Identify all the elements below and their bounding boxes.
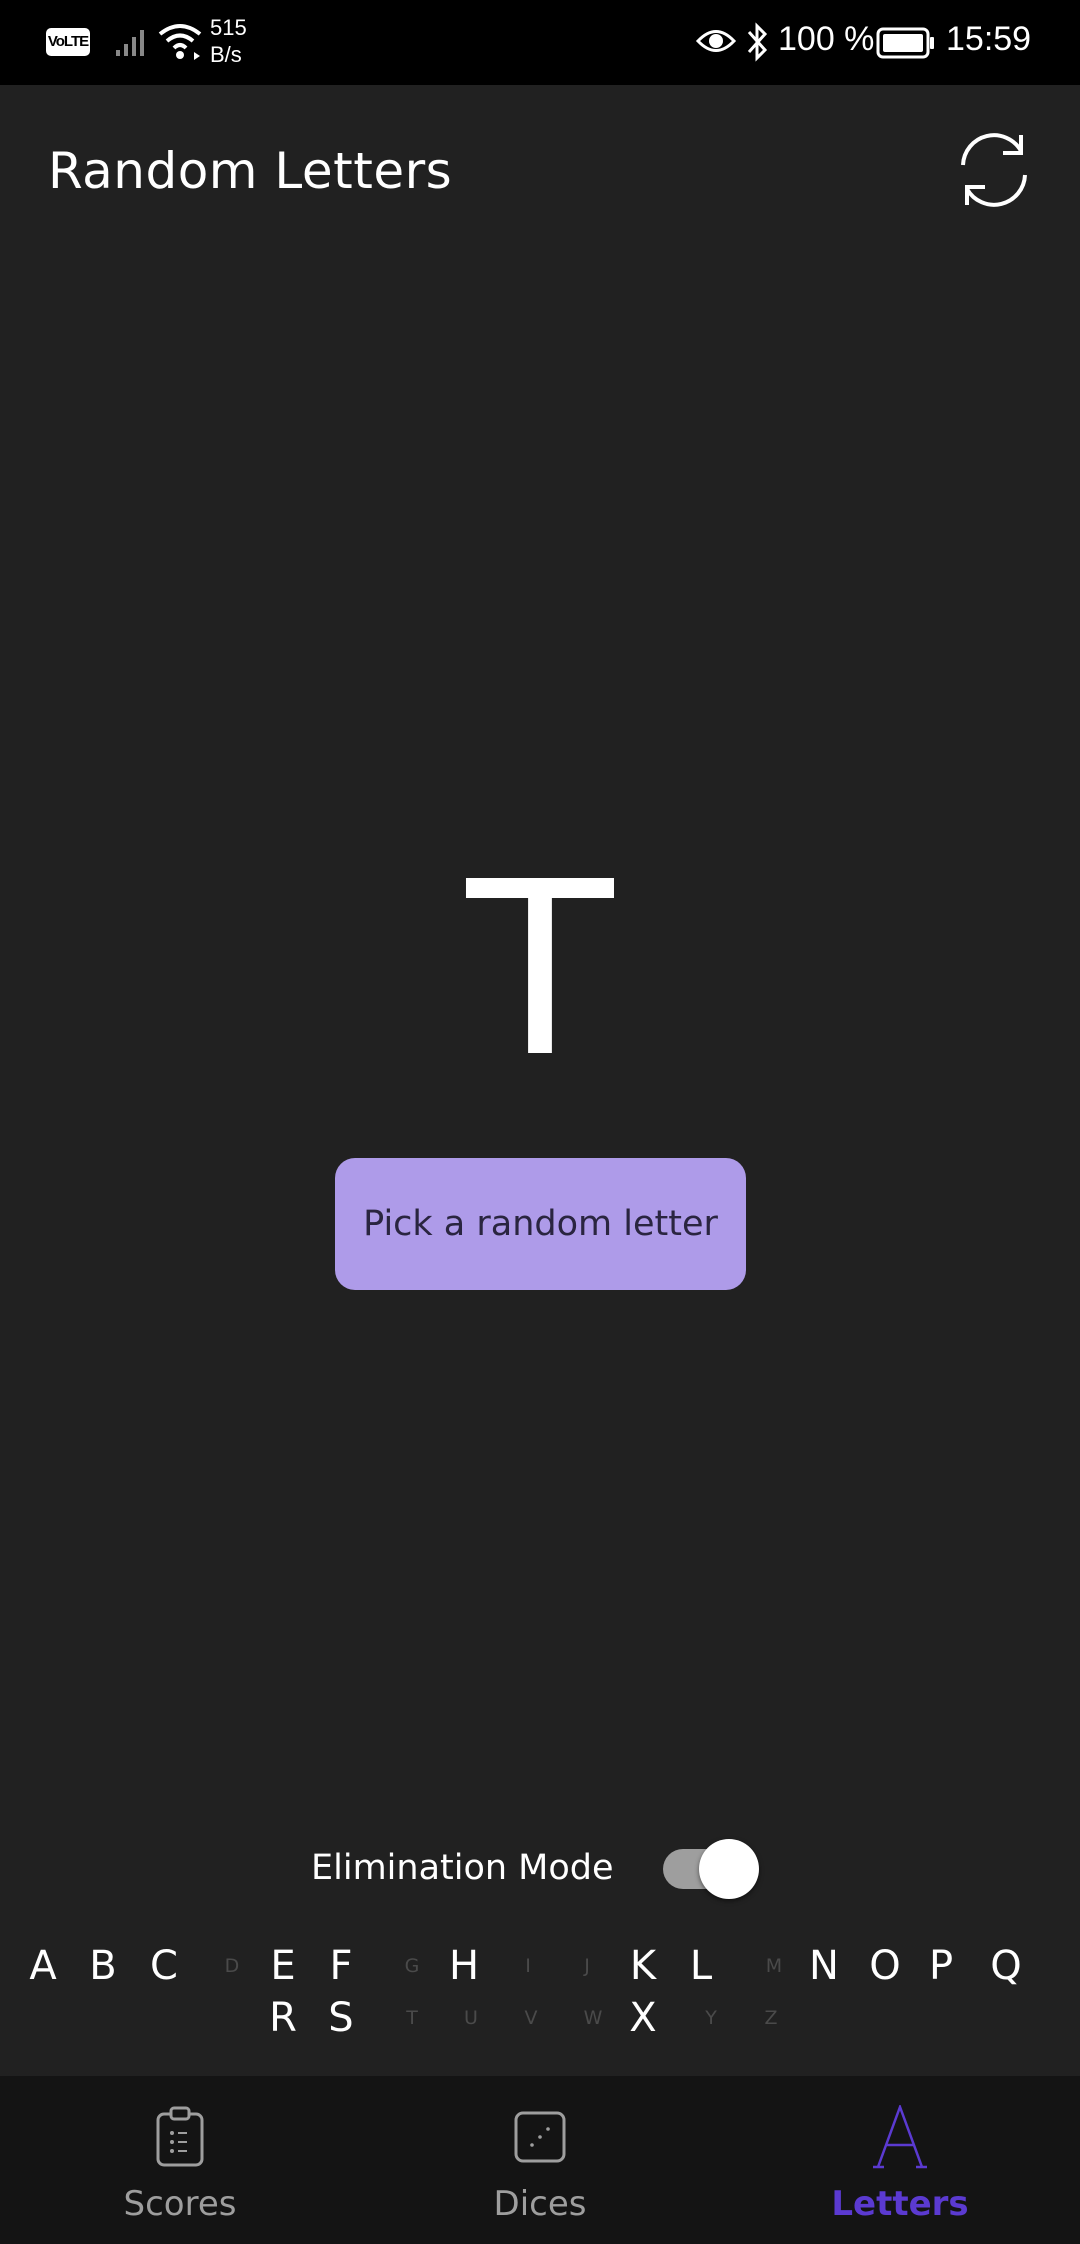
page-title: Random Letters: [48, 142, 453, 200]
elimination-mode-label: Elimination Mode: [311, 1848, 614, 1888]
letter-chip-k[interactable]: K: [630, 1943, 656, 1989]
nav-label: Scores: [123, 2184, 237, 2224]
die-icon: [514, 2111, 566, 2163]
letter-chip-h[interactable]: H: [449, 1943, 479, 1989]
letter-chip-u[interactable]: U: [464, 2007, 478, 2029]
letter-chip-s[interactable]: S: [328, 1995, 353, 2041]
letter-chip-w[interactable]: W: [584, 2007, 603, 2029]
letter-chip-l[interactable]: L: [690, 1943, 712, 1989]
letter-chip-t[interactable]: T: [406, 2007, 418, 2029]
refresh-icon: [961, 133, 1027, 207]
nav-label: Dices: [493, 2184, 587, 2224]
eye-comfort-icon: [696, 30, 736, 52]
letter-chip-e[interactable]: E: [270, 1943, 295, 1989]
letter-chip-x[interactable]: X: [629, 1995, 656, 2041]
letter-chip-q[interactable]: Q: [990, 1943, 1021, 1989]
battery-percent: 100 %: [778, 20, 875, 58]
status-bar: VoLTE 515 B/s 100 % 15:59: [0, 0, 1080, 85]
letter-chip-c[interactable]: C: [150, 1943, 178, 1989]
letter-a-icon: [873, 2105, 927, 2169]
elimination-mode-toggle[interactable]: [663, 1839, 759, 1899]
nav-icon-wrap: [360, 2104, 720, 2170]
letter-chip-j[interactable]: J: [584, 1955, 590, 1977]
clipboard-icon: [156, 2106, 204, 2167]
network-speed-unit: B/s: [210, 42, 242, 67]
volte-icon: VoLTE: [46, 28, 90, 56]
letter-chip-v[interactable]: V: [525, 2007, 538, 2029]
toggle-thumb: [699, 1839, 759, 1899]
letter-chip-d[interactable]: D: [225, 1955, 240, 1977]
letter-chip-i[interactable]: I: [525, 1955, 531, 1977]
bluetooth-icon: [747, 22, 768, 62]
network-speed: 515 B/s: [210, 14, 270, 68]
reset-button[interactable]: [946, 122, 1042, 218]
pick-random-letter-label: Pick a random letter: [363, 1204, 718, 1244]
battery-icon: [876, 27, 934, 59]
nav-label: Letters: [831, 2184, 969, 2224]
nav-icon-wrap: [720, 2104, 1080, 2170]
letter-chip-n[interactable]: N: [809, 1943, 839, 1989]
letter-chip-a[interactable]: A: [29, 1943, 56, 1989]
nav-icon-wrap: [0, 2104, 360, 2170]
signal-icon: [116, 30, 144, 56]
nav-item-dices[interactable]: Dices: [360, 2076, 720, 2244]
wifi-icon: [158, 24, 202, 60]
letter-chip-r[interactable]: R: [269, 1995, 297, 2041]
network-speed-value: 515: [210, 15, 247, 40]
letter-chip-z[interactable]: Z: [764, 2007, 777, 2029]
clock: 15:59: [946, 20, 1032, 58]
letter-chip-m[interactable]: M: [766, 1955, 782, 1977]
current-letter: T: [466, 830, 614, 1110]
bottom-navigation: Scores Dices Letters: [0, 2076, 1080, 2244]
letter-chip-y[interactable]: Y: [705, 2007, 717, 2029]
letter-chip-o[interactable]: O: [869, 1943, 900, 1989]
letter-chip-p[interactable]: P: [929, 1943, 953, 1989]
nav-item-scores[interactable]: Scores: [0, 2076, 360, 2244]
nav-item-letters[interactable]: Letters: [720, 2076, 1080, 2244]
letter-chip-b[interactable]: B: [89, 1943, 116, 1989]
pick-random-letter-button[interactable]: Pick a random letter: [335, 1158, 746, 1290]
letter-chip-f[interactable]: F: [329, 1943, 352, 1989]
letter-chip-g[interactable]: G: [405, 1955, 420, 1977]
